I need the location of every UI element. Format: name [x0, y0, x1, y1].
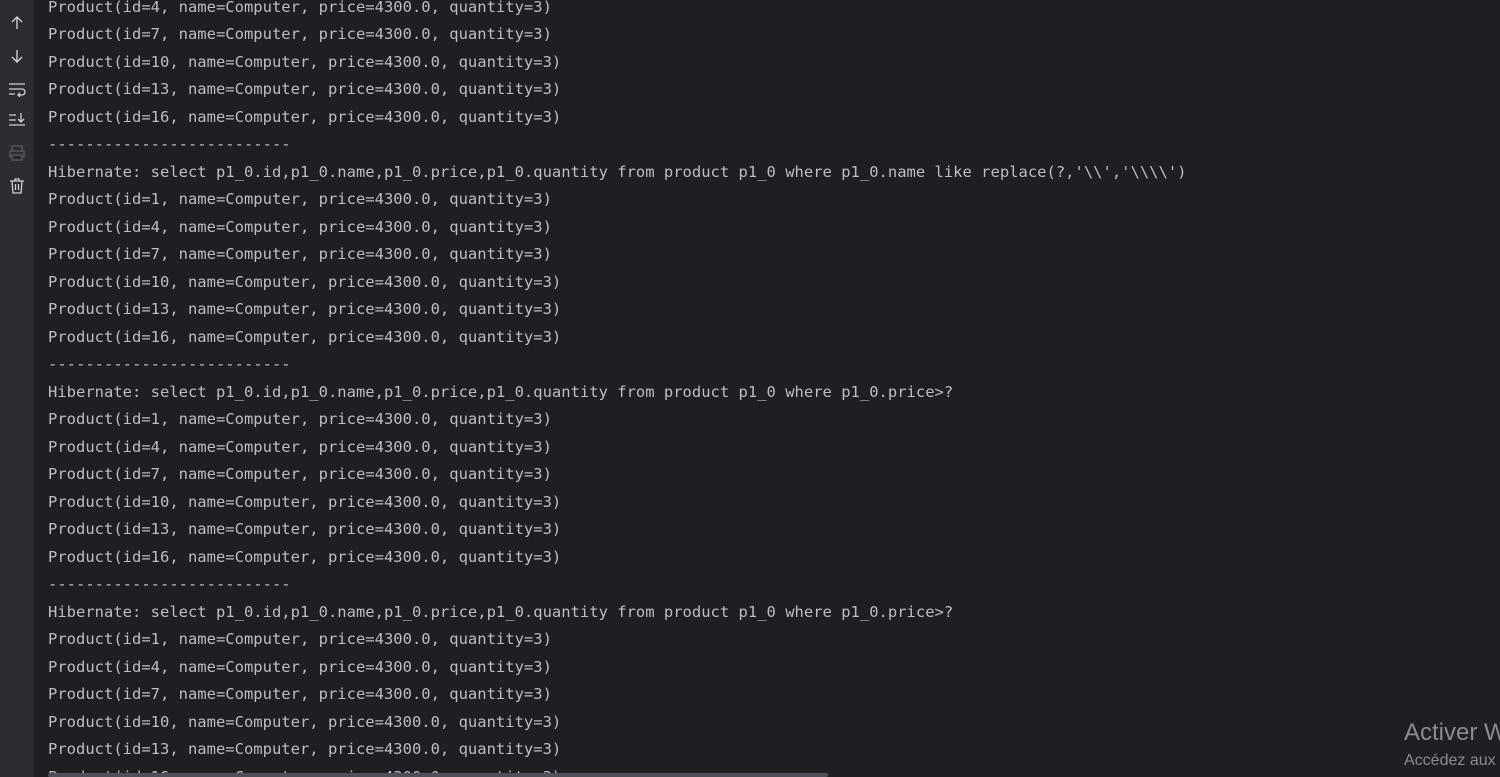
console-line: Product(id=1, name=Computer, price=4300.… — [48, 410, 552, 428]
console-line: Hibernate: select p1_0.id,p1_0.name,p1_0… — [48, 602, 954, 621]
console-line: Product(id=13, name=Computer, price=4300… — [48, 520, 562, 538]
console-line: Product(id=4, name=Computer, price=4300.… — [48, 437, 552, 456]
watermark-title: Activer Windows — [1404, 719, 1500, 746]
console-output[interactable]: Product(id=4, name=Computer, price=4300.… — [48, 0, 1500, 777]
scroll-to-end-icon[interactable] — [0, 108, 34, 132]
console-line: Product(id=1, name=Computer, price=4300.… — [48, 190, 552, 208]
watermark-subtitle: Accédez aux paramètres pour activer Wind… — [1404, 752, 1500, 769]
console-line: Product(id=7, name=Computer, price=4300.… — [48, 685, 552, 703]
windows-activation-watermark: Activer Windows Accédez aux paramètres p… — [1404, 718, 1500, 774]
console-line: Product(id=7, name=Computer, price=4300.… — [48, 465, 552, 483]
run-console-window: Product(id=4, name=Computer, price=4300.… — [0, 0, 1500, 777]
trash-icon[interactable] — [0, 174, 34, 198]
console-line: Product(id=10, name=Computer, price=4300… — [48, 492, 562, 511]
console-toolbar — [0, 0, 35, 777]
console-line: Product(id=4, name=Computer, price=4300.… — [48, 0, 552, 16]
separator-line: -------------------------- — [48, 575, 291, 593]
console-line: Product(id=10, name=Computer, price=4300… — [48, 52, 562, 71]
soft-wrap-icon[interactable] — [0, 77, 34, 101]
console-line: Hibernate: select p1_0.id,p1_0.name,p1_0… — [48, 382, 954, 401]
console-line: Product(id=13, name=Computer, price=4300… — [48, 740, 562, 758]
console-line: Product(id=1, name=Computer, price=4300.… — [48, 630, 552, 648]
console-line: Product(id=13, name=Computer, price=4300… — [48, 80, 562, 98]
console-line: Product(id=10, name=Computer, price=4300… — [48, 272, 562, 291]
separator-line: -------------------------- — [48, 135, 291, 153]
console-line: Product(id=10, name=Computer, price=4300… — [48, 712, 562, 731]
console-line: Hibernate: select p1_0.id,p1_0.name,p1_0… — [48, 162, 1187, 181]
separator-line: -------------------------- — [48, 355, 291, 373]
horizontal-scrollbar-thumb[interactable] — [48, 773, 828, 777]
console-line: Product(id=16, name=Computer, price=4300… — [48, 547, 562, 566]
print-icon[interactable] — [0, 141, 34, 165]
arrow-up-icon[interactable] — [0, 11, 34, 35]
arrow-down-icon[interactable] — [0, 44, 34, 68]
console-line: Product(id=4, name=Computer, price=4300.… — [48, 657, 552, 676]
console-line: Product(id=7, name=Computer, price=4300.… — [48, 25, 552, 43]
console-line: Product(id=16, name=Computer, price=4300… — [48, 107, 562, 126]
console-line: Product(id=4, name=Computer, price=4300.… — [48, 217, 552, 236]
console-line: Product(id=7, name=Computer, price=4300.… — [48, 245, 552, 263]
console-line: Product(id=13, name=Computer, price=4300… — [48, 300, 562, 318]
console-line: Product(id=16, name=Computer, price=4300… — [48, 327, 562, 346]
